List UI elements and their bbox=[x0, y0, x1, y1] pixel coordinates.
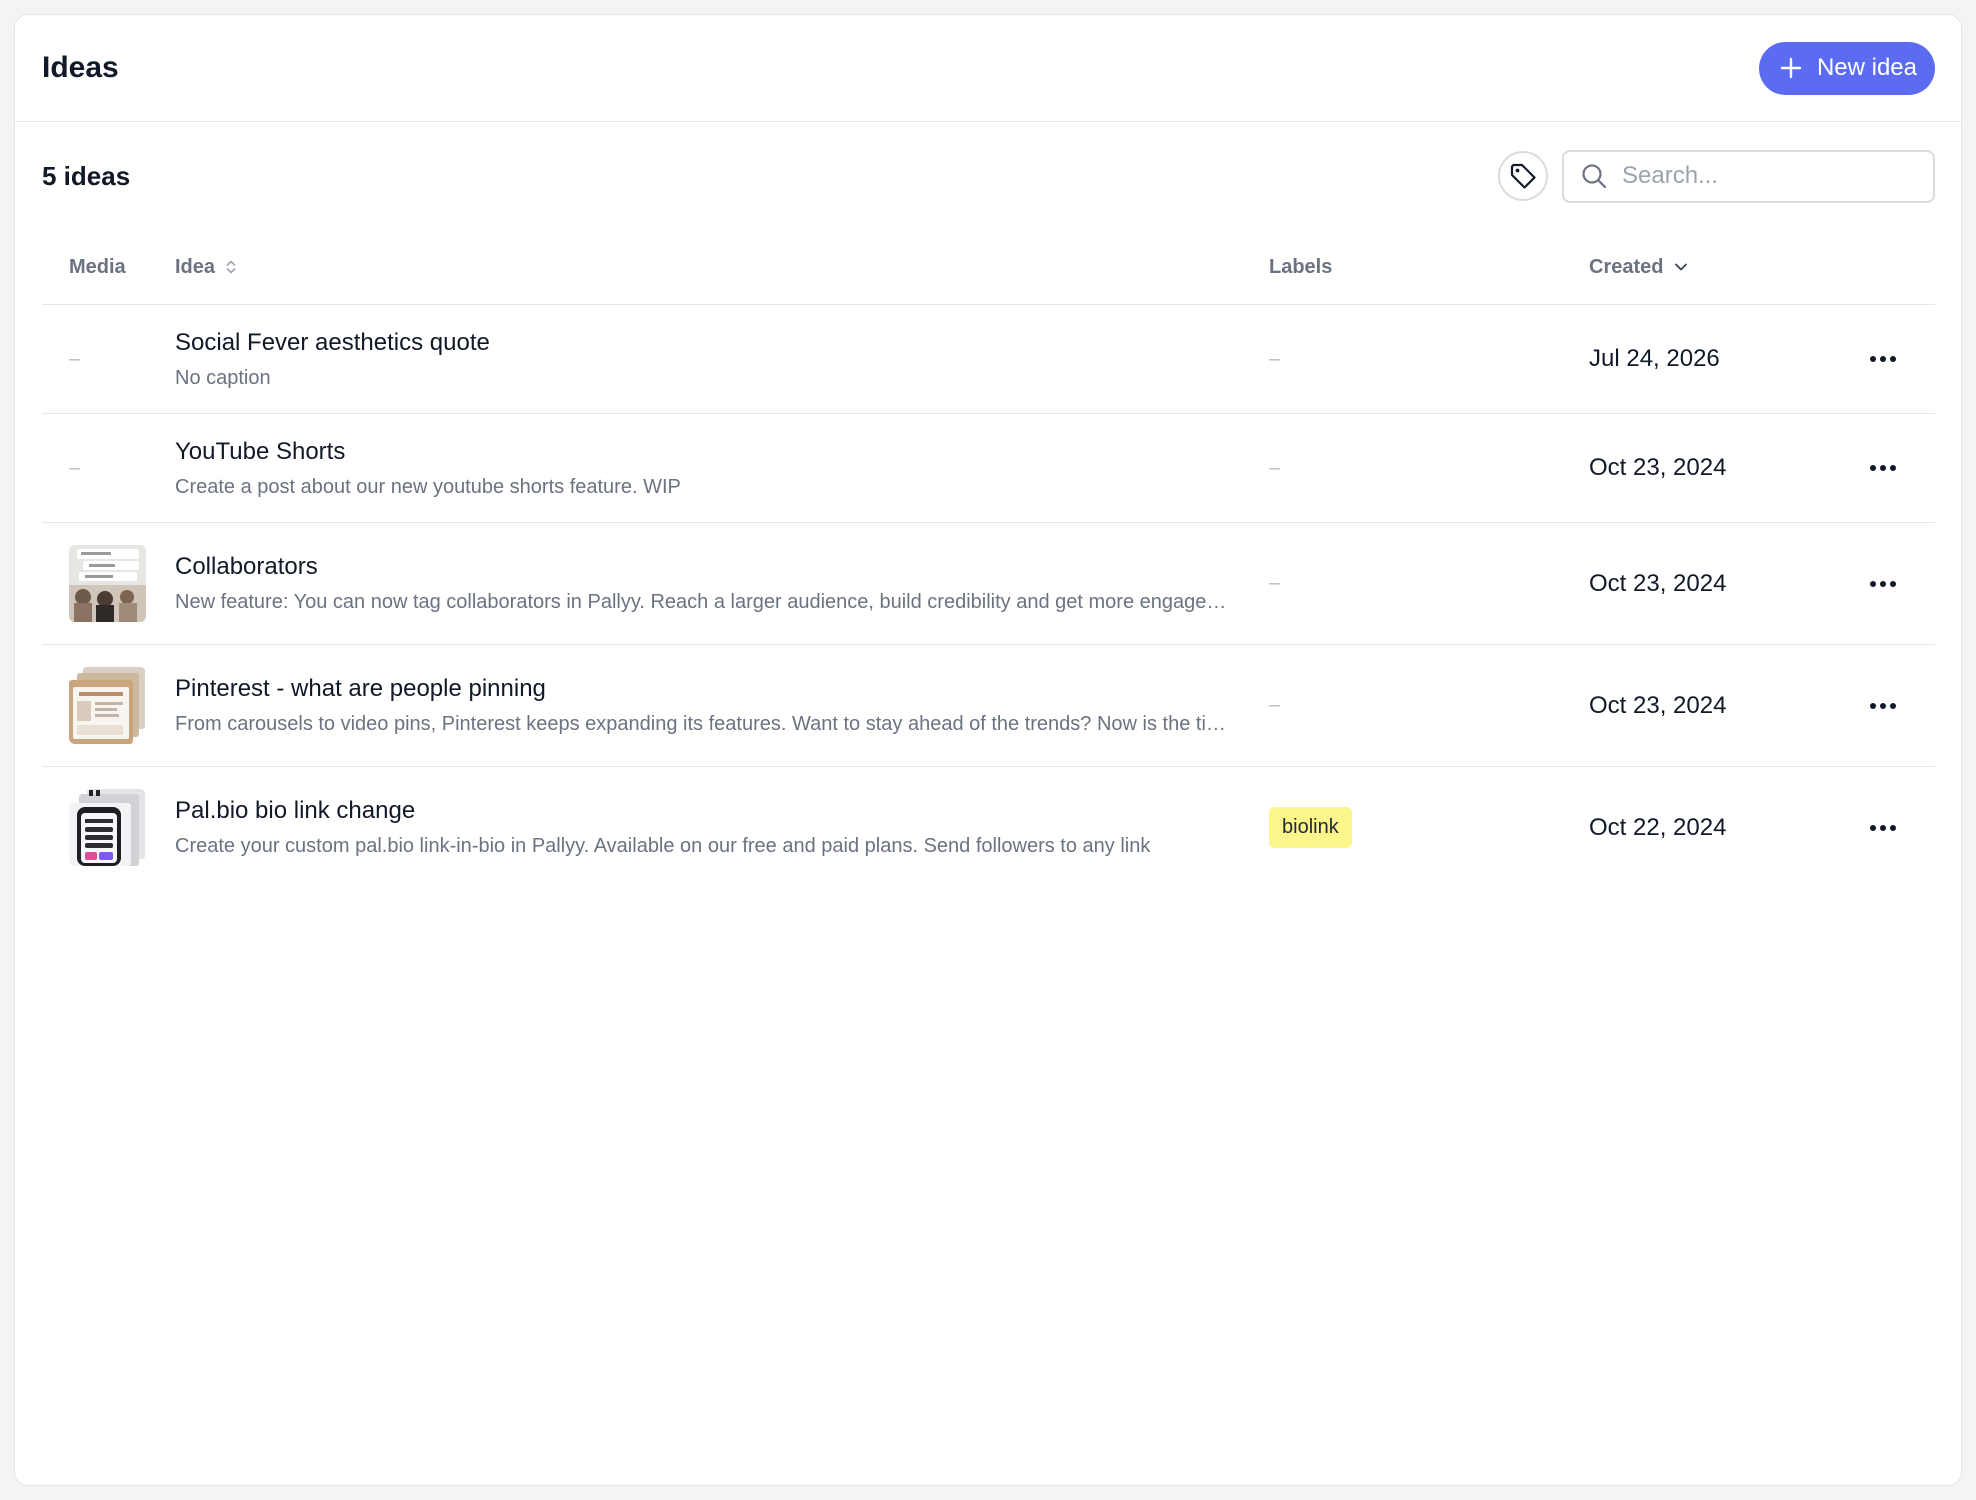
page-title: Ideas bbox=[42, 51, 119, 84]
created-date: Oct 23, 2024 bbox=[1589, 691, 1727, 719]
search-box[interactable] bbox=[1562, 149, 1935, 203]
new-idea-button[interactable]: New idea bbox=[1758, 41, 1935, 95]
column-media: Media bbox=[69, 255, 126, 278]
top-bar: Ideas New idea bbox=[15, 15, 1961, 122]
idea-caption: New feature: You can now tag collaborato… bbox=[175, 591, 1229, 613]
created-date: Oct 23, 2024 bbox=[1589, 569, 1727, 597]
sort-icon bbox=[226, 260, 236, 274]
toolbar-tools bbox=[1498, 149, 1935, 203]
idea-caption: No caption bbox=[175, 366, 271, 389]
search-icon bbox=[1582, 164, 1607, 189]
idea-caption: Create your custom pal.bio link-in-bio i… bbox=[175, 835, 1151, 857]
media-thumbnail[interactable] bbox=[69, 789, 146, 866]
plus-icon bbox=[1780, 57, 1802, 79]
column-idea[interactable]: Idea bbox=[175, 256, 1269, 279]
label-filter-button[interactable] bbox=[1498, 151, 1548, 201]
media-empty: – bbox=[69, 456, 81, 479]
labels-empty: – bbox=[1269, 456, 1281, 479]
table-row[interactable]: Pal.bio bio link change Create your cust… bbox=[42, 767, 1935, 888]
label-badge[interactable]: biolink bbox=[1269, 807, 1352, 848]
idea-title[interactable]: Pinterest - what are people pinning bbox=[175, 675, 1229, 703]
ideas-panel: Ideas New idea 5 ideas Search... Media I… bbox=[14, 14, 1962, 1486]
more-options-icon[interactable] bbox=[1869, 355, 1897, 363]
chevron-down-icon bbox=[1675, 263, 1688, 271]
column-created[interactable]: Created bbox=[1589, 256, 1869, 279]
table-row[interactable]: – Social Fever aesthetics quote No capti… bbox=[42, 305, 1935, 414]
ideas-table: Media Idea Labels Created – Social Fever… bbox=[42, 230, 1935, 888]
created-date: Oct 23, 2024 bbox=[1589, 454, 1727, 481]
media-thumbnail[interactable] bbox=[69, 545, 146, 622]
tag-icon bbox=[1510, 163, 1536, 189]
idea-title[interactable]: Social Fever aesthetics quote bbox=[175, 329, 1229, 357]
list-toolbar: 5 ideas bbox=[15, 122, 1961, 230]
table-header: Media Idea Labels Created bbox=[42, 230, 1935, 305]
labels-empty: – bbox=[1269, 694, 1281, 716]
media-thumbnail[interactable] bbox=[69, 667, 146, 744]
column-labels: Labels bbox=[1269, 255, 1333, 278]
search-input[interactable] bbox=[1620, 161, 1914, 191]
more-options-icon[interactable] bbox=[1869, 464, 1897, 472]
more-options-icon[interactable] bbox=[1869, 580, 1897, 588]
column-created-label: Created bbox=[1589, 255, 1664, 278]
idea-title[interactable]: Collaborators bbox=[175, 553, 1229, 581]
idea-caption: From carousels to video pins, Pinterest … bbox=[175, 713, 1229, 735]
table-row[interactable]: Collaborators New feature: You can now t… bbox=[42, 523, 1935, 645]
labels-empty: – bbox=[1269, 572, 1281, 594]
more-options-icon[interactable] bbox=[1869, 824, 1897, 832]
column-idea-label: Idea bbox=[175, 255, 216, 278]
table-row[interactable]: – YouTube Shorts Create a post about our… bbox=[42, 414, 1935, 523]
ideas-count: 5 ideas bbox=[42, 160, 131, 191]
media-empty: – bbox=[69, 347, 81, 370]
idea-caption: Create a post about our new youtube shor… bbox=[175, 475, 681, 498]
table-row[interactable]: Pinterest - what are people pinning From… bbox=[42, 645, 1935, 767]
created-date: Oct 22, 2024 bbox=[1589, 813, 1727, 841]
idea-title[interactable]: YouTube Shorts bbox=[175, 438, 1229, 466]
labels-empty: – bbox=[1269, 347, 1281, 370]
created-date: Jul 24, 2026 bbox=[1589, 345, 1720, 372]
new-idea-label: New idea bbox=[1816, 54, 1917, 81]
idea-title[interactable]: Pal.bio bio link change bbox=[175, 797, 1229, 825]
more-options-icon[interactable] bbox=[1869, 702, 1897, 710]
